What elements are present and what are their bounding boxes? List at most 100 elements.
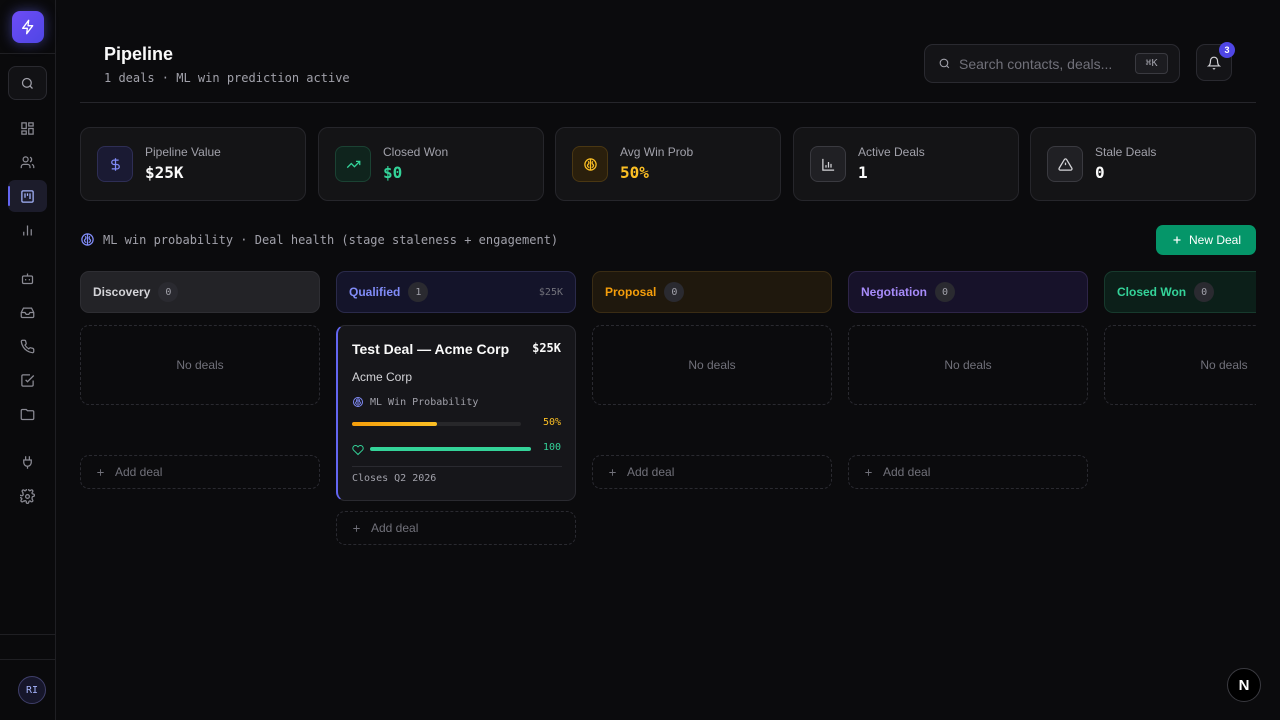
plug-icon	[23, 455, 32, 469]
stat-label: Pipeline Value	[145, 145, 221, 159]
stat-card-stale-deals: Stale Deals 0	[1030, 127, 1256, 201]
stat-value: 50%	[620, 163, 649, 182]
add-deal-label: Add deal	[627, 465, 675, 479]
search-icon	[939, 58, 950, 69]
column-name: Proposal	[605, 285, 657, 299]
dashboard-icon	[21, 121, 34, 135]
plus-icon	[97, 468, 104, 476]
shortcut-hint: ⌘K	[1135, 53, 1168, 74]
bar-chart-icon	[821, 158, 834, 171]
sidebar-item-contacts[interactable]	[8, 146, 47, 178]
deal-card[interactable]: Test Deal — Acme Corp $25K Acme Corp ML …	[336, 325, 576, 501]
new-deal-label: New Deal	[1188, 233, 1242, 247]
stat-value: 0	[1095, 163, 1105, 182]
settings-icon	[20, 488, 35, 504]
column-empty-state: No deals	[848, 325, 1088, 405]
inbox-icon	[20, 307, 35, 318]
checkbox-icon	[21, 373, 35, 387]
sidebar-item-calls[interactable]	[8, 330, 47, 362]
notification-count-badge: 3	[1219, 42, 1235, 58]
stat-value: $25K	[145, 163, 184, 182]
dollar-icon	[110, 157, 120, 171]
heart-icon	[352, 444, 364, 456]
stat-card-closed-won: Closed Won $0	[318, 127, 544, 201]
stat-icon-box	[335, 146, 371, 182]
pipeline-board: Discovery 0 No deals Add deal Qualified …	[80, 271, 1256, 571]
new-deal-button[interactable]: New Deal	[1156, 225, 1256, 255]
plus-icon	[353, 524, 360, 532]
deal-value: $25K	[532, 341, 561, 355]
sidebar-item-dashboard[interactable]	[8, 112, 47, 144]
add-deal-label: Add deal	[371, 521, 419, 535]
plus-icon	[609, 468, 616, 476]
win-probability-bar	[352, 422, 521, 426]
column-name: Discovery	[93, 285, 151, 299]
search-icon	[21, 77, 33, 89]
stat-icon-box	[1047, 146, 1083, 182]
column-count: 0	[1194, 282, 1215, 302]
plus-icon	[1173, 236, 1181, 244]
deal-health-fill	[370, 447, 531, 451]
add-deal-button[interactable]: Add deal	[848, 455, 1088, 489]
sidebar-item-settings[interactable]	[8, 480, 47, 512]
sidebar-item-inbox[interactable]	[8, 296, 47, 328]
kanban-icon	[21, 189, 34, 203]
brain-icon	[353, 397, 363, 407]
sidebar-divider	[0, 659, 56, 660]
win-probability-fill	[352, 422, 437, 426]
add-deal-button[interactable]: Add deal	[80, 455, 320, 489]
deal-divider	[352, 466, 562, 467]
search-input[interactable]	[959, 54, 1129, 74]
stat-icon-box	[572, 146, 608, 182]
stat-value: $0	[383, 163, 403, 182]
column-empty-state: No deals	[592, 325, 832, 405]
column-header-negotiation[interactable]: Negotiation 0	[848, 271, 1088, 313]
sidebar-item-integrations[interactable]	[8, 446, 47, 478]
stat-icon-box	[97, 146, 133, 182]
stat-card-avg-win-prob: Avg Win Prob 50%	[555, 127, 781, 201]
deal-title: Test Deal — Acme Corp	[352, 341, 510, 357]
sidebar-divider	[0, 53, 56, 54]
nextjs-badge[interactable]: N	[1227, 668, 1261, 702]
stat-label: Avg Win Prob	[620, 145, 694, 159]
sidebar-search-button[interactable]	[8, 66, 47, 100]
brain-icon	[81, 233, 94, 246]
column-header-closed-won[interactable]: Closed Won 0	[1104, 271, 1256, 313]
warning-icon	[1057, 157, 1073, 171]
ml-info-text: ML win probability · Deal health (stage …	[103, 232, 559, 247]
stat-label: Stale Deals	[1095, 145, 1157, 159]
column-header-proposal[interactable]: Proposal 0	[592, 271, 832, 313]
sidebar-item-pipeline[interactable]	[8, 180, 47, 212]
add-deal-button[interactable]: Add deal	[592, 455, 832, 489]
app-logo[interactable]	[12, 11, 44, 43]
notifications-button[interactable]: 3	[1196, 42, 1235, 81]
sidebar-item-analytics[interactable]	[8, 214, 47, 246]
search-box[interactable]: ⌘K	[924, 44, 1180, 83]
stat-card-active-deals: Active Deals 1	[793, 127, 1019, 201]
add-deal-button[interactable]: Add deal	[336, 511, 576, 545]
ml-probability-label: ML Win Probability	[352, 396, 478, 408]
ml-info-line: ML win probability · Deal health (stage …	[80, 232, 558, 247]
column-header-discovery[interactable]: Discovery 0	[80, 271, 320, 313]
deal-health-value: 100	[542, 442, 561, 453]
column-count: 1	[408, 282, 429, 302]
user-avatar[interactable]: RI	[18, 676, 46, 704]
column-total: $25K	[538, 286, 563, 298]
sidebar-divider	[0, 634, 56, 635]
sidebar-item-files[interactable]	[8, 398, 47, 430]
column-name: Qualified	[349, 285, 401, 299]
sidebar-item-tasks[interactable]	[8, 364, 47, 396]
column-count: 0	[664, 282, 685, 302]
page-header: Pipeline 1 deals · ML win prediction act…	[80, 24, 1256, 103]
sidebar: RI	[0, 0, 56, 720]
chart-icon	[23, 225, 32, 235]
stat-label: Closed Won	[383, 145, 449, 159]
page-subtitle: 1 deals · ML win prediction active	[104, 71, 350, 85]
sidebar-item-bot[interactable]	[8, 262, 47, 294]
deal-health-bar	[370, 447, 531, 451]
column-header-qualified[interactable]: Qualified 1 $25K	[336, 271, 576, 313]
column-count: 0	[935, 282, 955, 302]
stat-value: 1	[858, 163, 868, 182]
column-name: Negotiation	[861, 285, 927, 299]
lightning-icon	[22, 19, 34, 35]
